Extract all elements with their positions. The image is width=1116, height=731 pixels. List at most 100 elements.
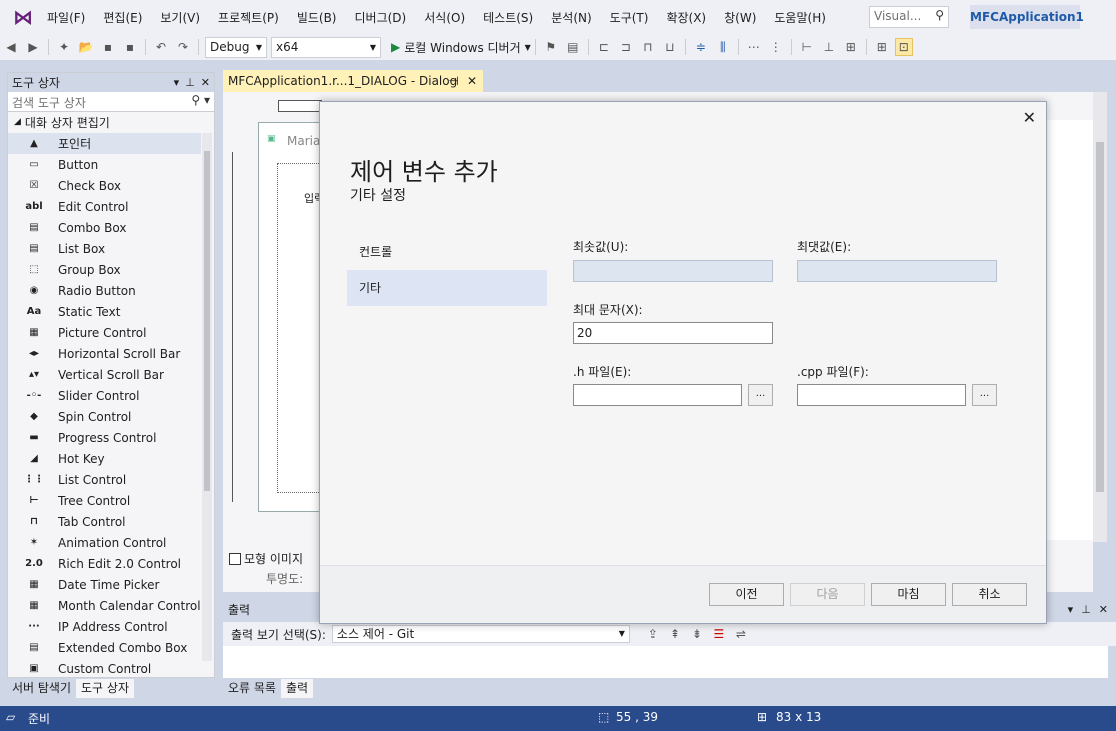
menu-debug[interactable]: 디버그(D) (346, 9, 416, 26)
window-position-icon[interactable]: ▾ (1068, 600, 1074, 620)
menu-view[interactable]: 보기(V) (151, 9, 209, 26)
toolbox-item[interactable]: ⋮⋮ List Control (8, 469, 201, 490)
cancel-button[interactable]: 취소 (952, 583, 1027, 606)
space-across-icon[interactable]: ⋯ (745, 38, 763, 56)
toolbox-item[interactable]: ▦ Month Calendar Control (8, 595, 201, 616)
cpp-file-input[interactable] (797, 384, 966, 406)
space-down-icon[interactable]: ⋮ (767, 38, 785, 56)
forward-icon[interactable]: ▶ (24, 38, 42, 56)
menu-project[interactable]: 프로젝트(P) (209, 9, 288, 26)
toolbox-item[interactable]: ▲ 포인터 (8, 133, 201, 154)
menu-test[interactable]: 테스트(S) (474, 9, 542, 26)
pin-icon[interactable]: ⊥ (185, 76, 195, 89)
comment-icon[interactable]: ▤ (564, 38, 582, 56)
align-top-icon[interactable]: ⊓ (639, 38, 657, 56)
menu-tools[interactable]: 도구(T) (601, 9, 658, 26)
clear-all-icon[interactable]: ☰ (710, 625, 728, 643)
new-project-icon[interactable]: ✦ (55, 38, 73, 56)
platform-select[interactable]: x64 ▼ (271, 36, 381, 58)
undo-icon[interactable]: ↶ (152, 38, 170, 56)
h-file-input[interactable] (573, 384, 742, 406)
start-debugging-button[interactable]: ▶ 로컬 Windows 디버거 ▼ (391, 39, 531, 56)
close-icon[interactable]: ✕ (1099, 600, 1108, 620)
max-value-input[interactable] (797, 260, 997, 282)
save-icon[interactable]: ▪ (99, 38, 117, 56)
toolbox-item[interactable]: ▭ Button (8, 154, 201, 175)
menu-build[interactable]: 빌드(B) (288, 9, 346, 26)
mockup-image-checkbox[interactable]: 모형 이미지 (229, 550, 303, 567)
toolbox-item[interactable]: ▤ Extended Combo Box (8, 637, 201, 658)
toolbox-item[interactable]: ▦ Picture Control (8, 322, 201, 343)
toolbox-item[interactable]: ··· IP Address Control (8, 616, 201, 637)
window-position-icon[interactable]: ▾ (174, 76, 180, 89)
editor-scrollbar[interactable] (1093, 92, 1107, 542)
toolbox-item[interactable]: ◂▸ Horizontal Scroll Bar (8, 343, 201, 364)
toolbox-item[interactable]: ☒ Check Box (8, 175, 201, 196)
center-vertical-icon[interactable]: ≑ (692, 38, 710, 56)
open-file-icon[interactable]: 📂 (77, 38, 95, 56)
tab-server-explorer[interactable]: 서버 탐색기 (7, 679, 77, 698)
menu-extensions[interactable]: 확장(X) (657, 9, 715, 26)
close-icon[interactable]: ✕ (1023, 108, 1036, 127)
toolbox-item[interactable]: ⊓ Tab Control (8, 511, 201, 532)
next-message-icon[interactable]: ⇟ (688, 625, 706, 643)
h-file-browse-button[interactable]: ... (748, 384, 773, 406)
scrollbar-thumb[interactable] (204, 151, 210, 491)
same-height-icon[interactable]: ⊥ (820, 38, 838, 56)
toolbox-item[interactable]: abl Edit Control (8, 196, 201, 217)
toolbox-item[interactable]: ◉ Radio Button (8, 280, 201, 301)
close-icon[interactable]: ✕ (467, 70, 477, 92)
prev-message-icon[interactable]: ⇞ (666, 625, 684, 643)
close-icon[interactable]: ✕ (201, 76, 210, 89)
find-icon[interactable]: ⚑ (542, 38, 560, 56)
toolbox-scrollbar[interactable] (202, 133, 212, 661)
pin-icon[interactable]: ⊥ (1081, 600, 1091, 620)
menu-help[interactable]: 도움말(H) (765, 9, 835, 26)
toolbox-item[interactable]: Aa Static Text (8, 301, 201, 322)
redo-icon[interactable]: ↷ (174, 38, 192, 56)
finish-button[interactable]: 마침 (871, 583, 946, 606)
toolbox-item[interactable]: ◆ Spin Control (8, 406, 201, 427)
toolbox-search-input[interactable]: 검색 도구 상자 ⚲ ▾ (8, 92, 214, 112)
back-icon[interactable]: ◀ (2, 38, 20, 56)
menu-edit[interactable]: 편집(E) (94, 9, 151, 26)
configuration-select[interactable]: Debug ▼ (205, 36, 267, 58)
toolbox-item[interactable]: 2.0 Rich Edit 2.0 Control (8, 553, 201, 574)
tab-output[interactable]: 출력 (280, 679, 314, 698)
output-source-select[interactable]: 소스 제어 - Git ▼ (331, 625, 630, 643)
toggle-guides-icon[interactable]: ⊡ (894, 38, 913, 56)
toolbox-item[interactable]: ▣ Custom Control (8, 658, 201, 679)
output-text-area[interactable] (223, 646, 1108, 678)
align-left-icon[interactable]: ⊏ (595, 38, 613, 56)
document-tab-dialog[interactable]: MFCApplication1.r...1_DIALOG - Dialog ⊣ … (223, 70, 483, 92)
min-value-input[interactable] (573, 260, 773, 282)
designed-dialog-frame[interactable]: Maria ▣ 입력 (258, 122, 328, 512)
next-button[interactable]: 다음 (790, 583, 865, 606)
toolbox-item[interactable]: ▬ Progress Control (8, 427, 201, 448)
menu-analyze[interactable]: 분석(N) (542, 9, 600, 26)
center-horizontal-icon[interactable]: ⫼ (714, 38, 732, 56)
toolbox-item[interactable]: -◦- Slider Control (8, 385, 201, 406)
nav-item-other[interactable]: 기타 (347, 270, 547, 306)
prev-button[interactable]: 이전 (709, 583, 784, 606)
pin-icon[interactable]: ⊣ (449, 70, 459, 92)
word-wrap-icon[interactable]: ⇌ (732, 625, 750, 643)
checkbox-box[interactable] (229, 552, 241, 565)
tab-error-list[interactable]: 오류 목록 (223, 679, 281, 698)
menu-file[interactable]: 파일(F) (38, 9, 94, 26)
scrollbar-thumb[interactable] (1096, 142, 1104, 492)
toolbox-item[interactable]: ▤ Combo Box (8, 217, 201, 238)
toolbox-item[interactable]: ✶ Animation Control (8, 532, 201, 553)
nav-item-control[interactable]: 컨트롤 (347, 234, 547, 270)
align-bottom-icon[interactable]: ⊔ (661, 38, 679, 56)
align-right-icon[interactable]: ⊐ (617, 38, 635, 56)
toolbox-item[interactable]: ◢ Hot Key (8, 448, 201, 469)
save-all-icon[interactable]: ▪ (121, 38, 139, 56)
max-chars-input[interactable]: 20 (573, 322, 773, 344)
vs-search-input[interactable]: Visual... ⚲ (869, 6, 949, 28)
toggle-grid-icon[interactable]: ⊞ (873, 38, 891, 56)
cpp-file-browse-button[interactable]: ... (972, 384, 997, 406)
toolbox-item[interactable]: ▴▾ Vertical Scroll Bar (8, 364, 201, 385)
toolbox-item[interactable]: ⬚ Group Box (8, 259, 201, 280)
toolbox-group-dialog-editor[interactable]: ◢ 대화 상자 편집기 (8, 112, 214, 132)
